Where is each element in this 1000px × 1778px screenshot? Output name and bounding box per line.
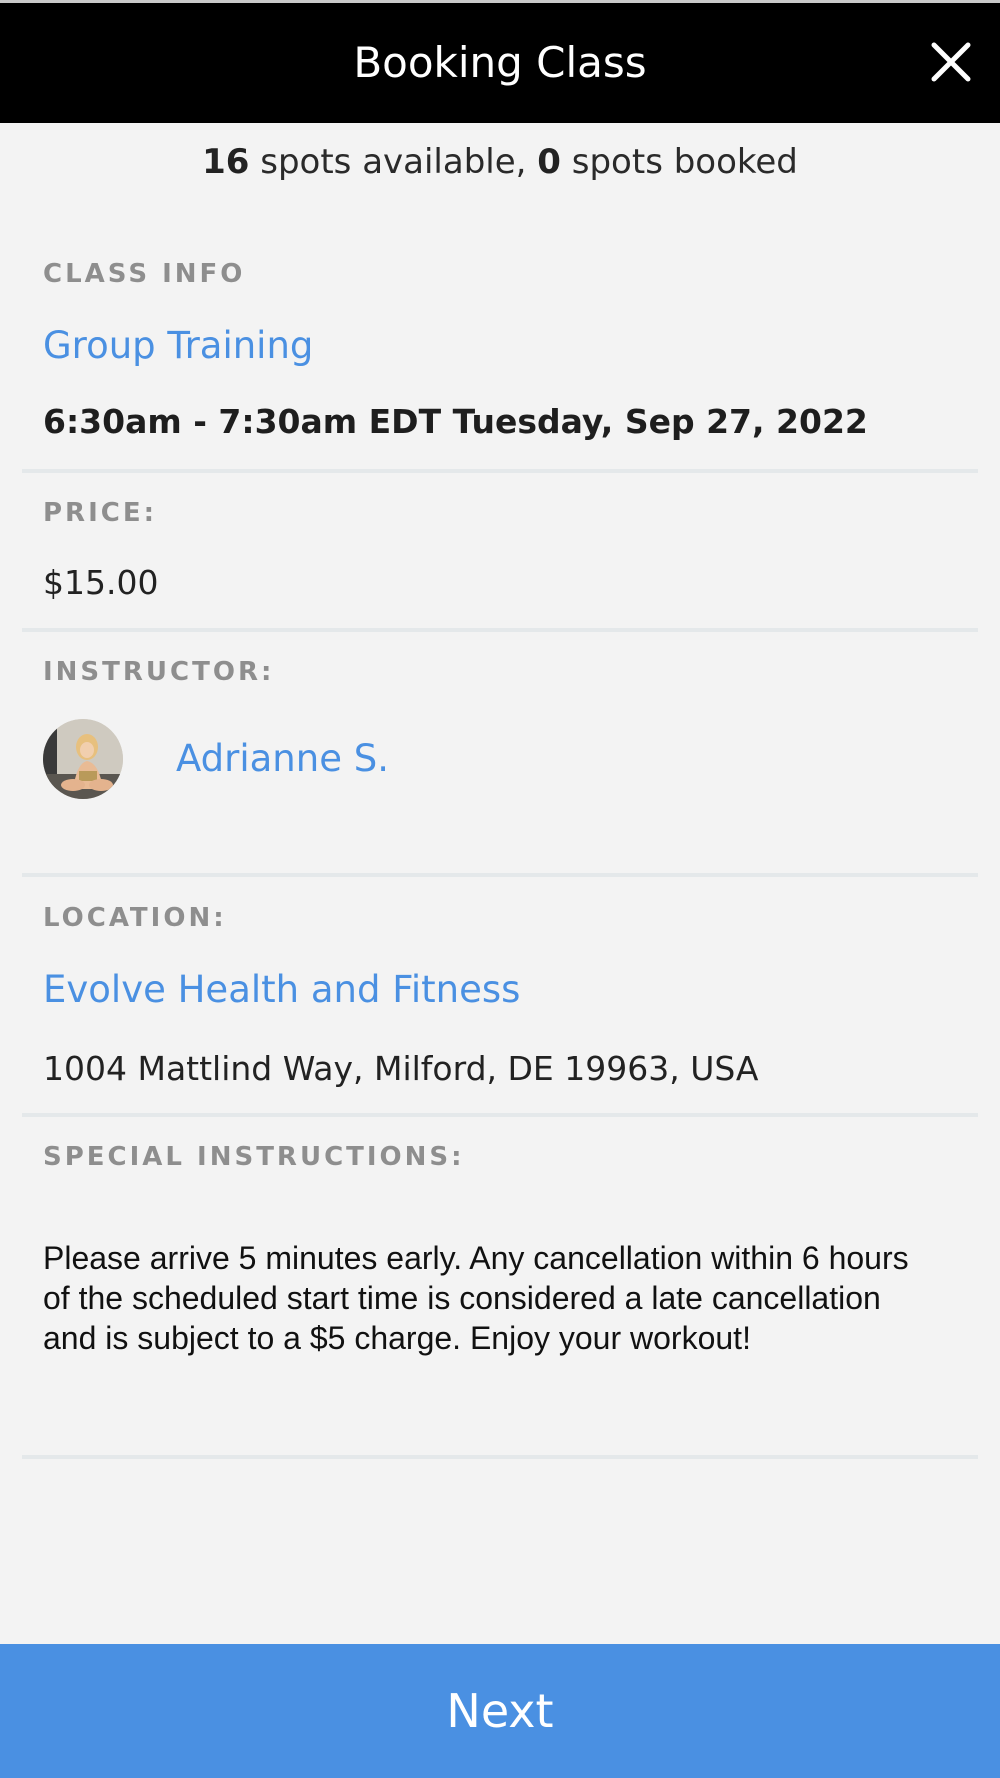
- close-button[interactable]: [928, 39, 974, 85]
- class-name-link[interactable]: Group Training: [43, 324, 313, 367]
- divider: [22, 873, 978, 877]
- spots-available-text: spots available,: [249, 142, 538, 182]
- modal-header: Booking Class: [0, 3, 1000, 123]
- instructor-avatar[interactable]: [43, 719, 123, 799]
- spots-available-count: 16: [202, 142, 250, 182]
- divider: [22, 1113, 978, 1117]
- divider: [22, 1455, 978, 1459]
- divider: [22, 628, 978, 632]
- avatar-photo: [43, 719, 123, 799]
- close-icon: [931, 42, 971, 82]
- class-info-label: CLASS INFO: [43, 259, 246, 289]
- spots-booked-text: spots booked: [560, 142, 798, 182]
- location-label: LOCATION:: [43, 903, 227, 933]
- special-instructions-text: Please arrive 5 minutes early. Any cance…: [43, 1240, 909, 1356]
- next-button[interactable]: Next: [0, 1644, 1000, 1778]
- instructor-label: INSTRUCTOR:: [43, 657, 275, 687]
- price-label: PRICE:: [43, 498, 157, 528]
- price-value: $15.00: [43, 563, 159, 602]
- special-instructions-label: SPECIAL INSTRUCTIONS:: [43, 1142, 465, 1172]
- class-datetime: 6:30am - 7:30am EDT Tuesday, Sep 27, 202…: [43, 402, 868, 441]
- location-name-link[interactable]: Evolve Health and Fitness: [43, 968, 520, 1011]
- availability-summary: 16 spots available, 0 spots booked: [0, 142, 1000, 182]
- location-address: 1004 Mattlind Way, Milford, DE 19963, US…: [43, 1049, 759, 1088]
- modal-title: Booking Class: [353, 38, 647, 87]
- spots-booked-count: 0: [537, 142, 561, 182]
- instructor-name-link[interactable]: Adrianne S.: [176, 737, 389, 780]
- divider: [22, 469, 978, 473]
